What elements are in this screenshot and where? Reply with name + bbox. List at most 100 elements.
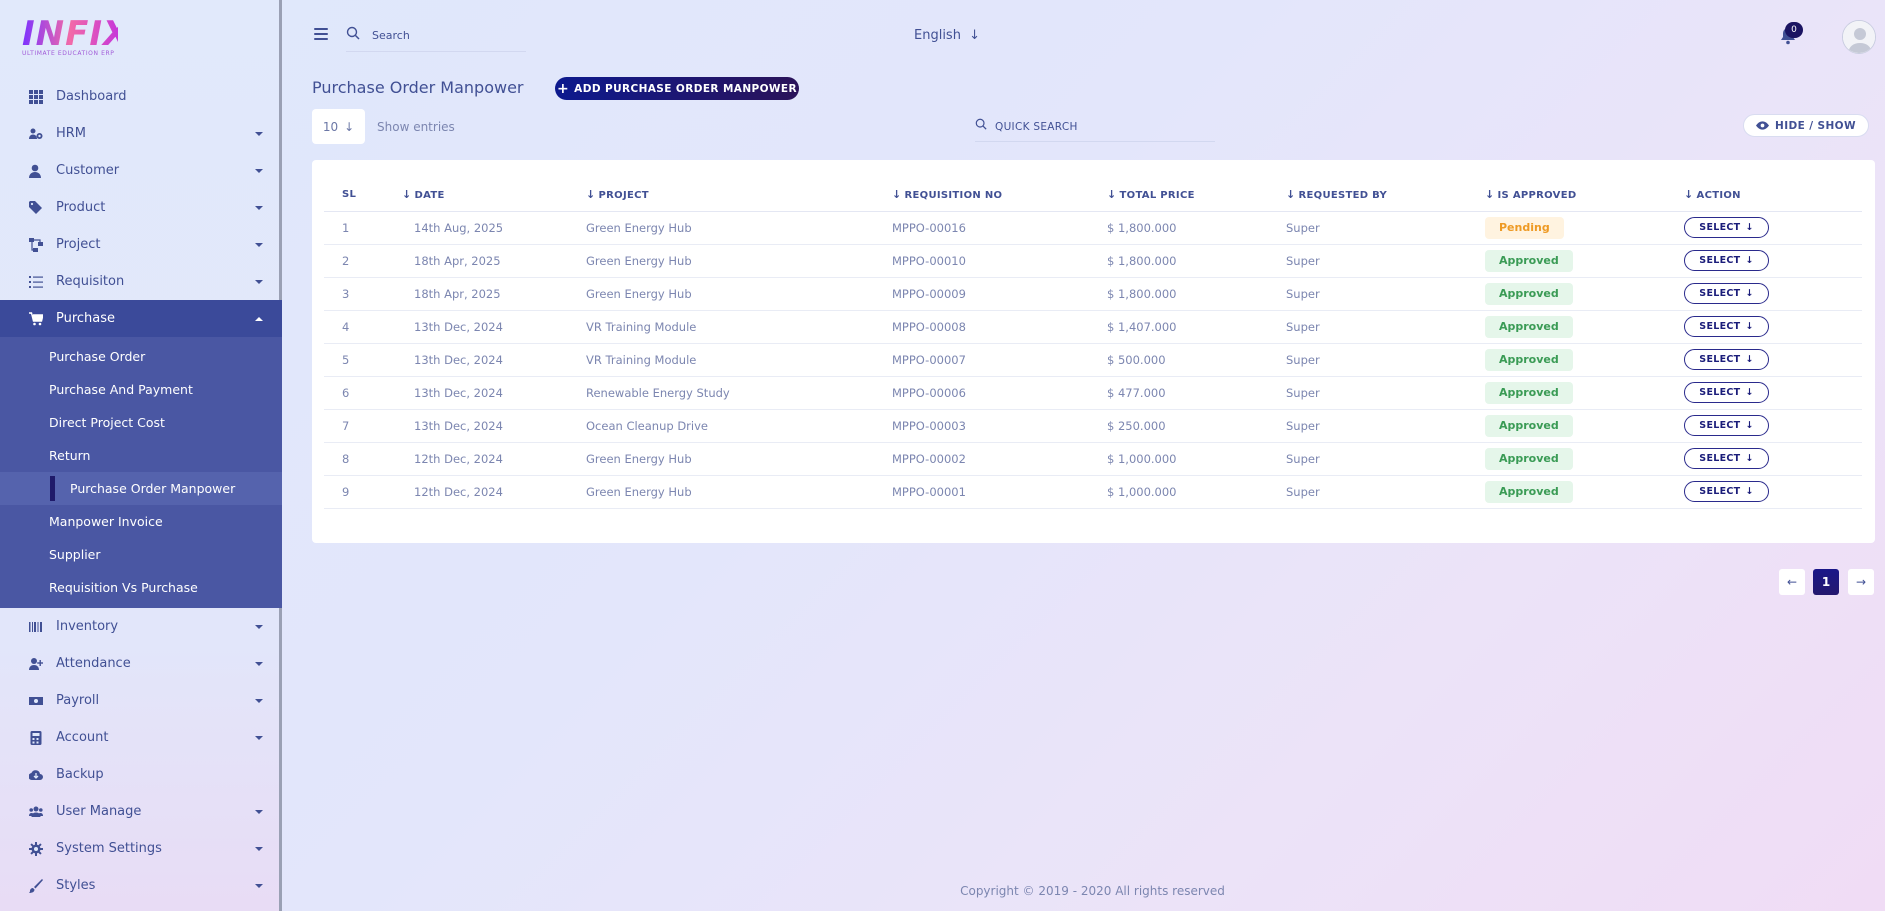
status-badge: Approved [1485, 282, 1573, 305]
sidebar-item-label: Payroll [56, 693, 100, 708]
sidebar-item-account[interactable]: Account [0, 719, 282, 756]
sidebar-item-system-settings[interactable]: System Settings [0, 830, 282, 867]
avatar[interactable] [1842, 20, 1876, 54]
table-row: 6 13th Dec, 2024 Renewable Energy Study … [324, 376, 1862, 410]
table-row: 9 12th Dec, 2024 Green Energy Hub MPPO-0… [324, 475, 1862, 509]
sidebar-item-hrm[interactable]: HRM [0, 115, 282, 152]
submenu-item-direct-project-cost[interactable]: Direct Project Cost [0, 406, 282, 439]
cell-action: SELECT ↓ [1684, 343, 1862, 377]
sidebar-item-backup[interactable]: Backup [0, 756, 282, 793]
sidebar-item-product[interactable]: Product [0, 189, 282, 226]
users-cog-icon [29, 127, 43, 141]
select-action-button[interactable]: SELECT ↓ [1684, 481, 1769, 502]
entries-per-page-select[interactable]: 10 ↓ [312, 109, 365, 144]
user-plus-icon [29, 657, 44, 671]
page-number-button[interactable]: 1 [1813, 569, 1839, 595]
sidebar-item-requisiton[interactable]: Requisiton [0, 263, 282, 300]
submenu-item-return[interactable]: Return [0, 439, 282, 472]
sidebar-nav: Dashboard HRM Customer Product Project R… [0, 78, 282, 904]
sidebar-item-label: Project [56, 237, 101, 252]
status-badge: Approved [1485, 348, 1573, 371]
table-row: 7 13th Dec, 2024 Ocean Cleanup Drive MPP… [324, 409, 1862, 443]
submenu-item-manpower-invoice[interactable]: Manpower Invoice [0, 505, 282, 538]
column-header-requested-by[interactable]: ↓ REQUESTED BY [1286, 178, 1485, 212]
cell-is-approved: Approved [1485, 244, 1684, 278]
hide-show-columns-button[interactable]: HIDE / SHOW [1743, 114, 1869, 137]
next-page-button[interactable]: → [1848, 569, 1874, 595]
sidebar: INFIX ULTIMATE EDUCATION ERP Dashboard H… [0, 0, 282, 911]
select-action-button[interactable]: SELECT ↓ [1684, 415, 1769, 436]
eye-icon [1756, 121, 1769, 130]
cell-requisition-no: MPPO-00010 [892, 244, 1107, 278]
select-action-button[interactable]: SELECT ↓ [1684, 382, 1769, 403]
status-badge: Approved [1485, 480, 1573, 503]
sidebar-item-label: Inventory [56, 619, 119, 634]
language-selector[interactable]: English ↓ [914, 28, 980, 43]
cell-total-price: $ 1,800.000 [1107, 277, 1286, 311]
chevron-down-icon [255, 662, 263, 666]
column-header-project[interactable]: ↓ PROJECT [586, 178, 892, 212]
column-header-requisition-no[interactable]: ↓ REQUISITION NO [892, 178, 1107, 212]
submenu-item-requisition-vs-purchase[interactable]: Requisition Vs Purchase [0, 571, 282, 604]
sidebar-item-label: User Manage [56, 804, 142, 819]
select-action-button[interactable]: SELECT ↓ [1684, 316, 1769, 337]
select-action-button[interactable]: SELECT ↓ [1684, 250, 1769, 271]
sidebar-item-purchase[interactable]: Purchase [0, 300, 282, 337]
column-header-total-price[interactable]: ↓ TOTAL PRICE [1107, 178, 1286, 212]
sidebar-item-attendance[interactable]: Attendance [0, 645, 282, 682]
cell-is-approved: Approved [1485, 442, 1684, 476]
submenu-item-purchase-and-payment[interactable]: Purchase And Payment [0, 373, 282, 406]
sidebar-item-label: HRM [56, 126, 87, 141]
add-purchase-order-manpower-button[interactable]: + ADD PURCHASE ORDER MANPOWER [555, 77, 799, 100]
cell-date: 13th Dec, 2024 [386, 343, 586, 377]
cell-requisition-no: MPPO-00006 [892, 376, 1107, 410]
submenu-item-purchase-order[interactable]: Purchase Order [0, 340, 282, 373]
submenu-item-purchase-order-manpower[interactable]: Purchase Order Manpower [0, 472, 282, 505]
cell-project: Green Energy Hub [586, 244, 892, 278]
column-header-action[interactable]: ↓ ACTION [1684, 178, 1862, 212]
sidebar-item-project[interactable]: Project [0, 226, 282, 263]
table-card: SL ↓ DATE ↓ PROJECT ↓ REQUISITION NO ↓ TOTAL… [312, 160, 1875, 543]
brand-logo[interactable]: INFIX ULTIMATE EDUCATION ERP [22, 16, 129, 60]
select-action-button[interactable]: SELECT ↓ [1684, 349, 1769, 370]
cell-date: 18th Apr, 2025 [386, 244, 586, 278]
tags-icon [29, 200, 43, 215]
status-badge: Approved [1485, 414, 1573, 437]
sort-arrow-icon: ↓ [1684, 187, 1694, 201]
cell-date: 18th Apr, 2025 [386, 277, 586, 311]
sidebar-item-user-manage[interactable]: User Manage [0, 793, 282, 830]
select-action-button[interactable]: SELECT ↓ [1684, 217, 1769, 238]
cell-is-approved: Approved [1485, 376, 1684, 410]
column-header-is-approved[interactable]: ↓ IS APPROVED [1485, 178, 1684, 212]
submenu-item-supplier[interactable]: Supplier [0, 538, 282, 571]
cell-requested-by: Super [1286, 211, 1485, 245]
quick-search-input[interactable] [995, 117, 1205, 137]
cell-project: Green Energy Hub [586, 277, 892, 311]
table-row: 4 13th Dec, 2024 VR Training Module MPPO… [324, 310, 1862, 344]
plus-icon: + [557, 80, 570, 97]
column-header-sl[interactable]: SL [324, 178, 386, 212]
users-icon [29, 805, 43, 819]
search-input[interactable] [372, 25, 522, 45]
logo-subtitle: ULTIMATE EDUCATION ERP [22, 50, 115, 57]
sidebar-item-customer[interactable]: Customer [0, 152, 282, 189]
previous-page-button[interactable]: ← [1779, 569, 1805, 595]
chevron-down-icon [255, 206, 263, 210]
column-header-date[interactable]: ↓ DATE [386, 178, 586, 212]
sidebar-item-inventory[interactable]: Inventory [0, 608, 282, 645]
cell-action: SELECT ↓ [1684, 244, 1862, 278]
cell-sl: 1 [324, 211, 386, 245]
sidebar-item-dashboard[interactable]: Dashboard [0, 78, 282, 115]
select-action-button[interactable]: SELECT ↓ [1684, 283, 1769, 304]
chevron-down-icon [255, 699, 263, 703]
cell-sl: 2 [324, 244, 386, 278]
menu-toggle-icon[interactable] [314, 28, 328, 40]
cell-date: 13th Dec, 2024 [386, 376, 586, 410]
sidebar-item-label: System Settings [56, 841, 162, 856]
dashboard-icon [29, 89, 43, 104]
cell-action: SELECT ↓ [1684, 277, 1862, 311]
sidebar-item-payroll[interactable]: Payroll [0, 682, 282, 719]
cell-action: SELECT ↓ [1684, 211, 1862, 245]
select-action-button[interactable]: SELECT ↓ [1684, 448, 1769, 469]
cell-project: Green Energy Hub [586, 442, 892, 476]
